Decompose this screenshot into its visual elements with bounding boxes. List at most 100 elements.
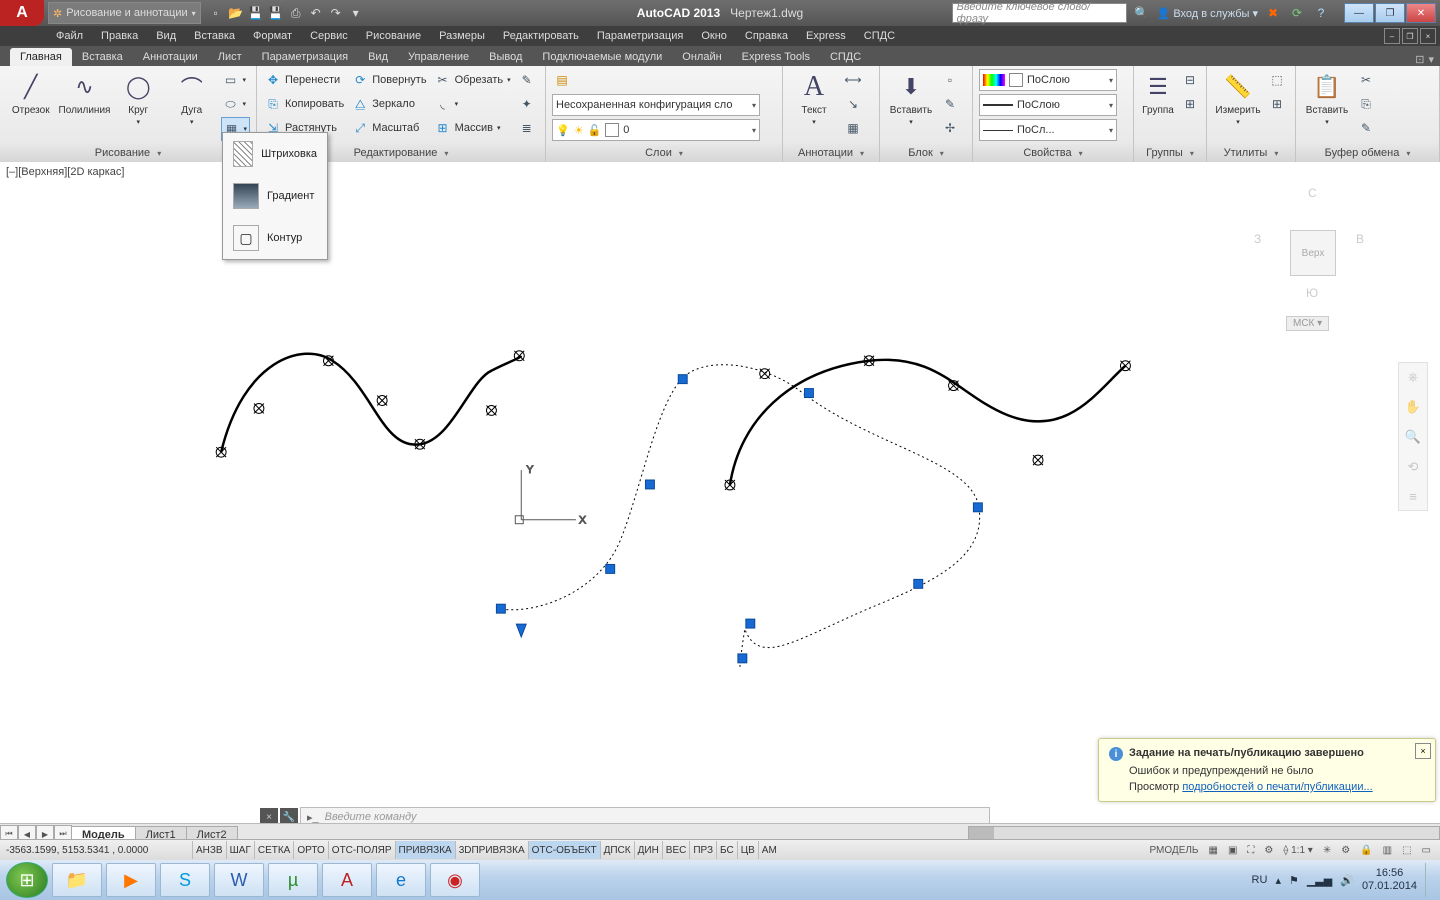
- taskbar-media[interactable]: ▶: [106, 863, 156, 897]
- tool-group[interactable]: ☰Группа: [1140, 69, 1176, 118]
- menu-edit[interactable]: Правка: [93, 28, 146, 44]
- menu-modify[interactable]: Редактировать: [495, 28, 587, 44]
- panel-title-utils[interactable]: Утилиты: [1207, 144, 1295, 162]
- tool-attr-block[interactable]: ✢: [940, 117, 960, 139]
- taskbar-ie[interactable]: e: [376, 863, 426, 897]
- qat-more-icon[interactable]: ▾: [347, 4, 365, 22]
- menu-view[interactable]: Вид: [148, 28, 184, 44]
- menu-tools[interactable]: Сервис: [302, 28, 356, 44]
- tool-create-block[interactable]: ▫: [940, 69, 960, 91]
- qat-plot-icon[interactable]: ⎙: [287, 4, 305, 22]
- tool-group-edit[interactable]: ⊞: [1180, 93, 1200, 115]
- viewport-label[interactable]: [–][Верхняя][2D каркас]: [6, 166, 124, 178]
- tool-copy-clip[interactable]: ⎘: [1356, 93, 1376, 115]
- search-icon[interactable]: 🔍: [1133, 4, 1151, 22]
- prop-color-dropdown[interactable]: ПоСлою▾: [979, 69, 1117, 91]
- tray-flag-icon[interactable]: ⚑: [1289, 874, 1299, 887]
- menu-spds[interactable]: СПДС: [856, 28, 903, 44]
- layer-props-btn[interactable]: ▤: [552, 69, 776, 91]
- tab-manage[interactable]: Управление: [398, 48, 479, 66]
- help-icon[interactable]: ?: [1312, 4, 1330, 22]
- nav-zoom-icon[interactable]: 🔍: [1405, 429, 1421, 445]
- start-button[interactable]: ⊞: [6, 862, 48, 898]
- sb-grid-icon[interactable]: ▦: [1206, 843, 1221, 858]
- menu-insert[interactable]: Вставка: [186, 28, 243, 44]
- viewcube-top-face[interactable]: Верх: [1290, 230, 1336, 276]
- status-toggle-3dпривязка[interactable]: 3DПРИВЯЗКА: [455, 841, 528, 859]
- tray-show-hidden[interactable]: ▴: [1275, 874, 1281, 887]
- window-close[interactable]: ✕: [1406, 3, 1436, 23]
- taskbar-word[interactable]: W: [214, 863, 264, 897]
- status-toggle-орто[interactable]: ОРТО: [293, 841, 327, 859]
- taskbar-explorer[interactable]: 📁: [52, 863, 102, 897]
- taskbar-skype[interactable]: S: [160, 863, 210, 897]
- mdi-minimize[interactable]: –: [1384, 28, 1400, 44]
- tool-edit-block[interactable]: ✎: [940, 93, 960, 115]
- qat-saveas-icon[interactable]: 💾: [267, 4, 285, 22]
- tool-circle[interactable]: ◯Круг▾: [114, 69, 164, 128]
- nav-bar[interactable]: ⎈ ✋ 🔍 ⟲ ≡: [1398, 362, 1428, 511]
- tool-offset[interactable]: ≣: [517, 117, 537, 139]
- sb-iso-icon[interactable]: ⬚: [1399, 843, 1414, 858]
- sb-ws-icon[interactable]: ⚙: [1338, 843, 1353, 858]
- notif-details-link[interactable]: подробностей о печати/публикации...: [1182, 781, 1372, 793]
- sb-qp-icon[interactable]: ⚙: [1261, 843, 1276, 858]
- tray-network-icon[interactable]: ▁▃▅: [1307, 874, 1332, 887]
- tool-explode[interactable]: ✦: [517, 93, 537, 115]
- tool-fillet[interactable]: ◟▾: [433, 93, 513, 115]
- infocenter-search[interactable]: Введите ключевое слово/фразу: [952, 3, 1127, 23]
- flyout-boundary[interactable]: ▢Контур: [223, 217, 327, 259]
- tool-table[interactable]: ▦: [843, 117, 863, 139]
- nav-showm-icon[interactable]: ≡: [1409, 489, 1417, 504]
- status-toggle-анзв[interactable]: АНЗВ: [192, 841, 226, 859]
- show-desktop-button[interactable]: [1425, 863, 1434, 897]
- tool-mirror[interactable]: ⧋Зеркало: [350, 93, 428, 115]
- tool-calc[interactable]: ⊞: [1267, 93, 1287, 115]
- qat-save-icon[interactable]: 💾: [247, 4, 265, 22]
- menu-window[interactable]: Окно: [693, 28, 735, 44]
- status-toggle-привязка[interactable]: ПРИВЯЗКА: [395, 841, 455, 859]
- mdi-restore[interactable]: ❐: [1402, 28, 1418, 44]
- notif-close-button[interactable]: ×: [1415, 743, 1431, 759]
- prop-linetype-dropdown[interactable]: ПоСл...▾: [979, 119, 1117, 141]
- tray-lang[interactable]: RU: [1252, 874, 1268, 886]
- tray-clock[interactable]: 16:5607.01.2014: [1362, 867, 1417, 893]
- workspace-dropdown[interactable]: ✲Рисование и аннотации▾: [48, 2, 201, 24]
- status-toggle-отс-объект[interactable]: ОТС-ОБЪЕКТ: [528, 841, 600, 859]
- qat-redo-icon[interactable]: ↷: [327, 4, 345, 22]
- tray-volume-icon[interactable]: 🔊: [1340, 874, 1354, 887]
- tool-trim[interactable]: ✂Обрезать ▾: [433, 69, 513, 91]
- menu-format[interactable]: Формат: [245, 28, 300, 44]
- sb-annovis-icon[interactable]: ✳: [1320, 843, 1334, 858]
- tab-home[interactable]: Главная: [10, 48, 72, 66]
- panel-title-draw[interactable]: Рисование: [0, 144, 256, 162]
- status-toggle-дин[interactable]: ДИН: [634, 841, 662, 859]
- tool-leader[interactable]: ↘: [843, 93, 863, 115]
- status-toggle-бс[interactable]: БС: [716, 841, 737, 859]
- sb-clean-icon[interactable]: ▭: [1419, 843, 1434, 858]
- status-toggle-цв[interactable]: ЦВ: [737, 841, 758, 859]
- window-minimize[interactable]: —: [1344, 3, 1374, 23]
- tool-cut[interactable]: ✂: [1356, 69, 1376, 91]
- tool-paste[interactable]: 📋Вставить▾: [1302, 69, 1352, 128]
- status-toggle-ам[interactable]: АМ: [758, 841, 780, 859]
- mdi-close[interactable]: ×: [1420, 28, 1436, 44]
- status-toggle-сетка[interactable]: СЕТКА: [254, 841, 294, 859]
- tool-scale[interactable]: ⤢Масштаб: [350, 117, 428, 139]
- window-maximize[interactable]: ❐: [1375, 3, 1405, 23]
- status-toggle-отс-поляр[interactable]: ОТС-ПОЛЯР: [328, 841, 395, 859]
- status-toggle-шаг[interactable]: ШАГ: [226, 841, 254, 859]
- tool-measure[interactable]: 📏Измерить▾: [1213, 69, 1263, 128]
- qat-open-icon[interactable]: 📂: [227, 4, 245, 22]
- panel-title-layers[interactable]: Слои: [546, 144, 782, 162]
- panel-title-clip[interactable]: Буфер обмена: [1296, 144, 1439, 162]
- sb-max-icon[interactable]: ⛶: [1244, 843, 1257, 858]
- menu-express[interactable]: Express: [798, 28, 854, 44]
- layer-current-dropdown[interactable]: 💡☀🔓0▾: [552, 119, 760, 141]
- tool-rotate[interactable]: ⟳Повернуть: [350, 69, 428, 91]
- flyout-gradient[interactable]: Градиент: [223, 175, 327, 217]
- tool-text[interactable]: AТекст▾: [789, 69, 839, 128]
- status-toggle-прз[interactable]: ПРЗ: [689, 841, 716, 859]
- tab-output[interactable]: Вывод: [479, 48, 532, 66]
- wcs-dropdown[interactable]: МСК ▾: [1286, 316, 1329, 331]
